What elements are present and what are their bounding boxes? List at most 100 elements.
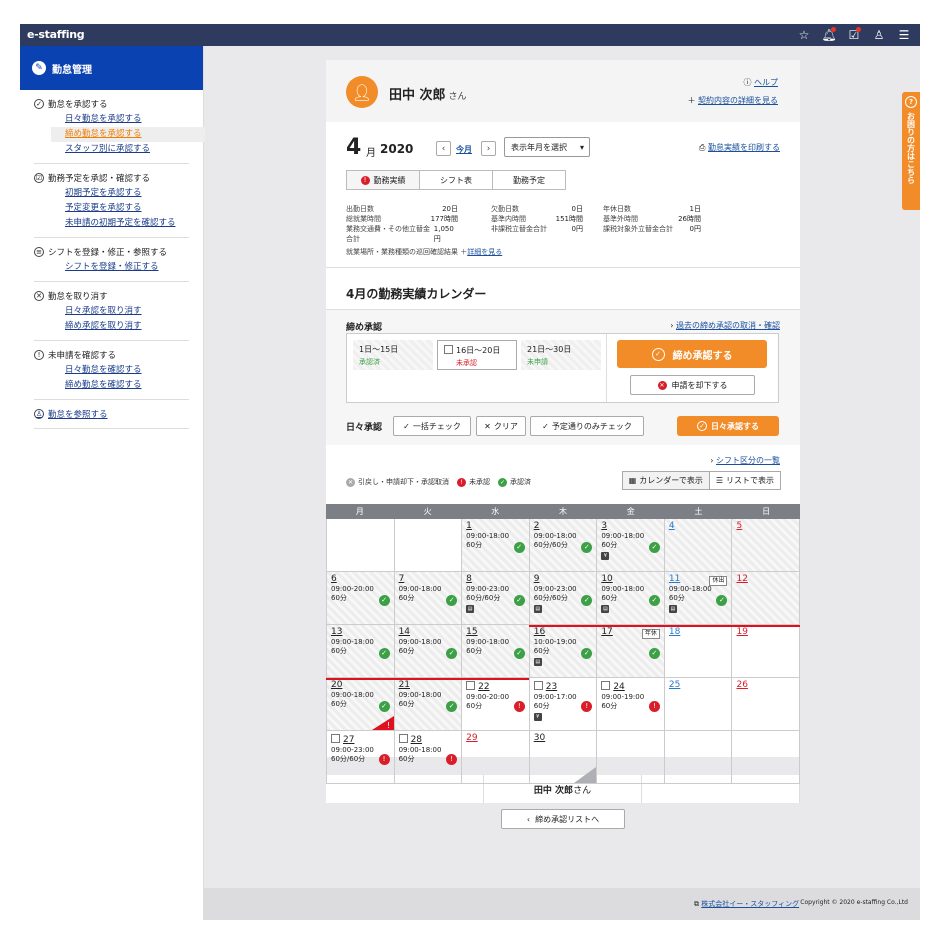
calendar-day[interactable]: 11 09:00-18:00 60分 ▤ 休出 ✓ [664,572,733,624]
calendar-day[interactable]: 20 09:00-18:00 60分 ✓! [326,678,395,730]
calendar-day[interactable]: 19 [732,625,801,677]
daily-approve-button[interactable]: ✓ 日々承認する [677,416,779,436]
bell-icon[interactable]: 🔔︎ [821,27,837,43]
company-link[interactable]: 株式会社イー・スタッフィング [701,900,799,908]
tab-shift[interactable]: シフト表 [419,170,493,190]
day-checkbox[interactable] [533,681,543,690]
weekday-header: 火 [423,507,432,516]
calendar-day[interactable]: 8 09:00-23:00 60分/60分 ▤ ✓ [462,572,530,624]
plus-icon: ＋ [687,96,696,105]
sidebar-item[interactable]: 日々勤怠を承認する [65,112,189,127]
calendar-day[interactable]: 16 10:00-19:00 60分 ▤ ✓ [529,625,598,677]
calendar-day[interactable]: 10 09:00-18:00 60分 ▤ ✓ [597,572,665,624]
calendar-day[interactable]: 29 [462,731,530,783]
sidebar-item[interactable]: 初期予定を承認する [65,186,189,201]
plan-check-button[interactable]: ✓ 予定通りのみチェック [530,416,644,436]
calendar-day[interactable]: 27 09:00-23:00 60分/60分! [326,731,395,783]
sidebar-item[interactable]: 予定変更を承認する [65,201,189,216]
day-checkbox[interactable] [466,681,476,690]
sidebar-item[interactable]: シフトを登録・修正する [65,260,189,275]
contract-link[interactable]: 契約内容の詳細を見る [698,96,778,105]
approved-check-icon: ✓ [648,542,660,553]
sidebar-group: ! 未申請を確認する 日々勤怠を確認する 締め勤怠を確認する [34,341,189,400]
calendar-day [732,731,801,783]
calendar-day[interactable]: 3 09:00-18:00 60分 ¥ ✓ [597,519,665,571]
past-closing-link[interactable]: 過去の締め承認の取消・確認 [676,321,780,330]
calendar-day[interactable]: 7 09:00-18:00 60分 ✓ [394,572,463,624]
sidebar-item[interactable]: 日々承認を取り消す [65,304,189,319]
calendar-day[interactable]: 22 09:00-20:00 60分! [462,678,530,730]
calendar-day[interactable]: 13 09:00-18:00 60分 ✓ [326,625,395,677]
sidebar-group-title: ✓ 勤怠を承認する [34,98,189,110]
calendar-day[interactable]: 12 [732,572,801,624]
calendar-day[interactable]: 1 09:00-18:00 60分 ✓ [462,519,530,571]
user-icon[interactable]: ♙ [871,27,887,43]
help-link[interactable]: ヘルプ [754,78,778,87]
back-to-list-button[interactable]: ‹ 締め承認リストへ [501,809,625,829]
year: 2020 [380,142,414,156]
month-select[interactable]: 表示年月を選択 [504,137,590,157]
calendar-week: 13 09:00-18:00 60分 ✓ 14 09:00-18:00 60分 ✓ 15 09:0… [326,625,801,678]
sidebar-group-title: ☑ 勤務予定を承認・確認する [34,173,151,184]
calendar-view-button[interactable]: ▦ カレンダーで表示 [621,471,710,490]
day-checkbox[interactable] [331,734,340,743]
calendar-day[interactable]: 28 09:00-18:00 60分! [395,731,463,783]
calendar-week: 1 09:00-18:00 60分 ✓ 2 09:00-18:00 60分/60分 ✓ 3 09:… [326,519,801,572]
prev-month-button[interactable]: ‹ [436,141,451,156]
weekday-header: 金 [626,507,635,516]
reject-button[interactable]: ✕ 申請を却下する [630,375,755,395]
print-link[interactable]: 勤怠実績を印刷する [708,143,780,152]
period-2[interactable]: 16日〜20日 未承認 [437,340,517,370]
legend-unapproved: ! 未承認 [457,477,490,487]
group-icon: ✕ [34,291,44,301]
approved-check-icon: ✓ [378,648,390,659]
clipboard-check-icon[interactable]: ☑ [846,27,862,43]
sidebar-item[interactable]: 未申請の初期予定を確認する [65,216,189,231]
clear-button[interactable]: ✕ クリア [476,416,526,436]
calendar-day[interactable]: 26 [732,678,801,730]
sidebar-group-title[interactable]: ♙ 勤怠を参照する [34,408,189,420]
workplace-detail-link[interactable]: 詳細を見る [467,248,502,256]
next-month-button[interactable]: › [481,141,496,156]
list-view-button[interactable]: ☰ リストで表示 [708,471,781,490]
calendar-day[interactable]: 24 09:00-19:00 60分! [597,678,665,730]
menu-icon[interactable]: ☰ [896,27,912,43]
period-checkbox[interactable] [444,345,453,354]
approved-check-icon: ✓ [378,701,390,712]
calendar-day[interactable]: 23 09:00-17:00 60分 ¥! [530,678,598,730]
calendar-day[interactable]: 4 [664,519,733,571]
calendar-day[interactable]: 17 年休 ✓ [597,625,665,677]
calendar-day[interactable]: 21 09:00-18:00 60分 ✓ [394,678,463,730]
shift-list-link[interactable]: シフト区分の一覧 [716,456,780,465]
app-frame: e-staffing ☆ 🔔︎ ☑ ♙ ☰ ✎ 勤怠管理 ✓ 勤怠を承認する 日々勤怠… [20,24,920,920]
closing-approve-button[interactable]: ✓ 締め承認する [617,340,767,368]
calendar-day[interactable]: 30 [530,731,598,783]
sidebar-item[interactable]: 締め勤怠を承認する [51,127,205,142]
x-circle-icon: ✕ [657,380,667,390]
this-month-link[interactable]: 今月 [456,144,472,155]
calendar-day[interactable]: 2 09:00-18:00 60分/60分 ✓ [529,519,598,571]
calendar-day[interactable]: 6 09:00-20:00 60分 ✓ [326,572,395,624]
tab-work-record[interactable]: ! 勤務実績 [346,170,420,190]
bulk-check-button[interactable]: ✓ 一括チェック [393,416,471,436]
calendar-day[interactable]: 25 [665,678,733,730]
sidebar-group: ♙ 勤怠を参照する [34,400,189,429]
sidebar-group: ✕ 勤怠を取り消す 日々承認を取り消す 締め承認を取り消す [34,282,189,341]
calendar-day[interactable]: 15 09:00-18:00 60分 ✓ [462,625,530,677]
sidebar-item[interactable]: 日々勤怠を確認する [65,363,189,378]
sidebar-item[interactable]: スタッフ別に承認する [65,142,189,157]
day-checkbox[interactable] [601,681,611,690]
tab-schedule[interactable]: 勤務予定 [492,170,566,190]
avatar: 👤︎ [346,76,378,108]
logo[interactable]: e-staffing [27,28,85,41]
calendar-day[interactable]: 5 [732,519,801,571]
calendar-day[interactable]: 14 09:00-18:00 60分 ✓ [394,625,463,677]
sidebar-item[interactable]: 締め勤怠を確認する [65,378,189,393]
help-side-tab[interactable]: ? お困りの方はこちら [902,92,920,210]
day-checkbox[interactable] [398,734,408,743]
calendar-day[interactable]: 9 09:00-23:00 60分/60分 ▤ ✓ [529,572,598,624]
star-icon[interactable]: ☆ [796,27,812,43]
user-name: 田中 次郎 さん [389,88,467,103]
sidebar-item[interactable]: 締め承認を取り消す [65,319,189,334]
calendar-day[interactable]: 18 [665,625,733,677]
